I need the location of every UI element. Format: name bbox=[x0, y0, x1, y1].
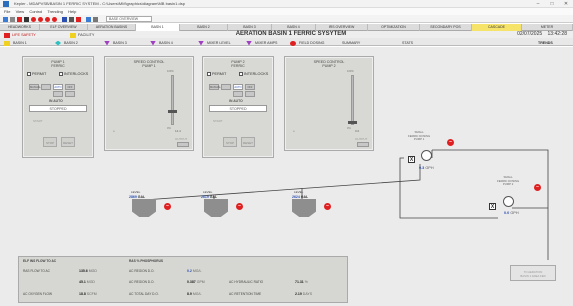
dosing-pump-2[interactable] bbox=[503, 196, 514, 207]
stats-row2-value2: 0.387 GPM bbox=[187, 280, 205, 284]
stats-row3-label: AC OXYGEN FLOW bbox=[23, 292, 53, 296]
tank-1-value: 2869 GAL bbox=[129, 195, 145, 199]
stats-row3-value3: 2.19 DAYS bbox=[295, 292, 312, 296]
tank-1-alarm-icon[interactable]: – bbox=[164, 203, 171, 210]
tank-3-title: LEVEL bbox=[294, 190, 304, 194]
pump-2-flow-value: 0.0 bbox=[504, 211, 510, 215]
stats-row2-unit2: GPM bbox=[196, 280, 205, 284]
stats-row2-unit3: % bbox=[304, 280, 308, 284]
stats-row3-unit: SCFM bbox=[86, 292, 97, 296]
stats-row2-value3-num: 71.31 bbox=[295, 280, 304, 284]
stats-row1-value2: 0.2 MG/L bbox=[187, 269, 201, 273]
stats-row3-value3-num: 2.19 bbox=[295, 292, 302, 296]
stats-row3-label2: AC TOTAL DAY D.O. bbox=[129, 292, 159, 296]
tank-2[interactable] bbox=[204, 199, 228, 217]
pump-2-flow: 0.0 GPH bbox=[504, 211, 519, 215]
pump-1-flow-unit: GPH bbox=[425, 166, 434, 170]
pump-2-x-button[interactable]: X bbox=[489, 203, 496, 210]
pump-1-alarm-icon[interactable]: – bbox=[447, 139, 454, 146]
dosing-pump-1[interactable] bbox=[421, 150, 432, 161]
pipe-tank1 bbox=[143, 164, 421, 214]
tank-2-title: LEVEL bbox=[203, 190, 213, 194]
stats-row3-value2: 8.9 MG/L bbox=[187, 292, 201, 296]
tank-1-level: 2869 bbox=[129, 195, 137, 199]
stats-row1-value-num: 135.6 bbox=[79, 269, 88, 273]
pump-1-flow-value: 0.3 bbox=[419, 166, 425, 170]
stats-row2-label3: AC HYDRAULIC RATIO bbox=[229, 280, 264, 284]
pipe-suction bbox=[399, 157, 498, 219]
pump-2-alarm-icon[interactable]: – bbox=[534, 184, 541, 191]
tank-2-unit: GAL bbox=[209, 195, 218, 199]
stats-row1-unit: MGD bbox=[88, 269, 97, 273]
tank-2-level: 2619 bbox=[201, 195, 209, 199]
stats-row2-label2: AC REGION D.O. bbox=[129, 280, 155, 284]
tank-1-unit: GAL bbox=[137, 195, 146, 199]
stats-row1-label2: AC REGION D.O. bbox=[129, 269, 155, 273]
stats-row3-unit3: DAYS bbox=[302, 292, 313, 296]
stats-row2-unit: MGD bbox=[86, 280, 95, 284]
tank-3-level: 2624 bbox=[292, 195, 300, 199]
tank-1-title: LEVEL bbox=[131, 190, 141, 194]
stats-row1-label: RAS FLOW TO AC bbox=[23, 269, 50, 273]
stats-header-right: RAS % PHOSPHORUS bbox=[129, 259, 164, 263]
stats-row2-value3: 71.31 % bbox=[295, 280, 308, 284]
stats-header-left: ELF INS FLOW TO AC bbox=[23, 259, 57, 263]
tank-3-unit: GAL bbox=[300, 195, 309, 199]
stats-row1-value2-num: 0.2 bbox=[187, 269, 192, 273]
stats-row3-unit2: MG/L bbox=[192, 292, 202, 296]
stats-row3-value: 18.8 SCFM bbox=[79, 292, 97, 296]
tank-2-alarm-icon[interactable]: – bbox=[236, 203, 243, 210]
destination-box[interactable]: TO AERATION BASIN 1 AREA FED bbox=[510, 265, 556, 281]
pump-1-label: SMALL FERRIC DOSING PUMP 1 bbox=[408, 130, 431, 141]
stats-row1-value: 135.6 MGD bbox=[79, 269, 97, 273]
stats-row3-value2-num: 8.9 bbox=[187, 292, 192, 296]
pump-1-flow: 0.3 GPH bbox=[419, 166, 434, 170]
tank-3-alarm-icon[interactable]: – bbox=[324, 203, 331, 210]
stats-row2-value-num: 45.1 bbox=[79, 280, 86, 284]
stats-row3-label3: AC RETENTION TIME bbox=[229, 292, 262, 296]
stats-row2-value: 45.1 MGD bbox=[79, 280, 95, 284]
tank-2-value: 2619 GAL bbox=[201, 195, 217, 199]
tank-3[interactable] bbox=[292, 199, 316, 217]
stats-row3-value-num: 18.8 bbox=[79, 292, 86, 296]
stats-panel: ELF INS FLOW TO AC RAS % PHOSPHORUS RAS … bbox=[18, 256, 348, 303]
pump-1-x-button[interactable]: X bbox=[408, 156, 415, 163]
tank-1[interactable] bbox=[132, 199, 156, 217]
pump-2-label: SMALL FERRIC DOSING PUMP 2 bbox=[497, 175, 520, 186]
tank-3-value: 2624 GAL bbox=[292, 195, 308, 199]
stats-row2-value2-num: 0.387 bbox=[187, 280, 196, 284]
stats-row1-unit2: MG/L bbox=[192, 269, 202, 273]
pump-2-flow-unit: GPH bbox=[510, 211, 519, 215]
